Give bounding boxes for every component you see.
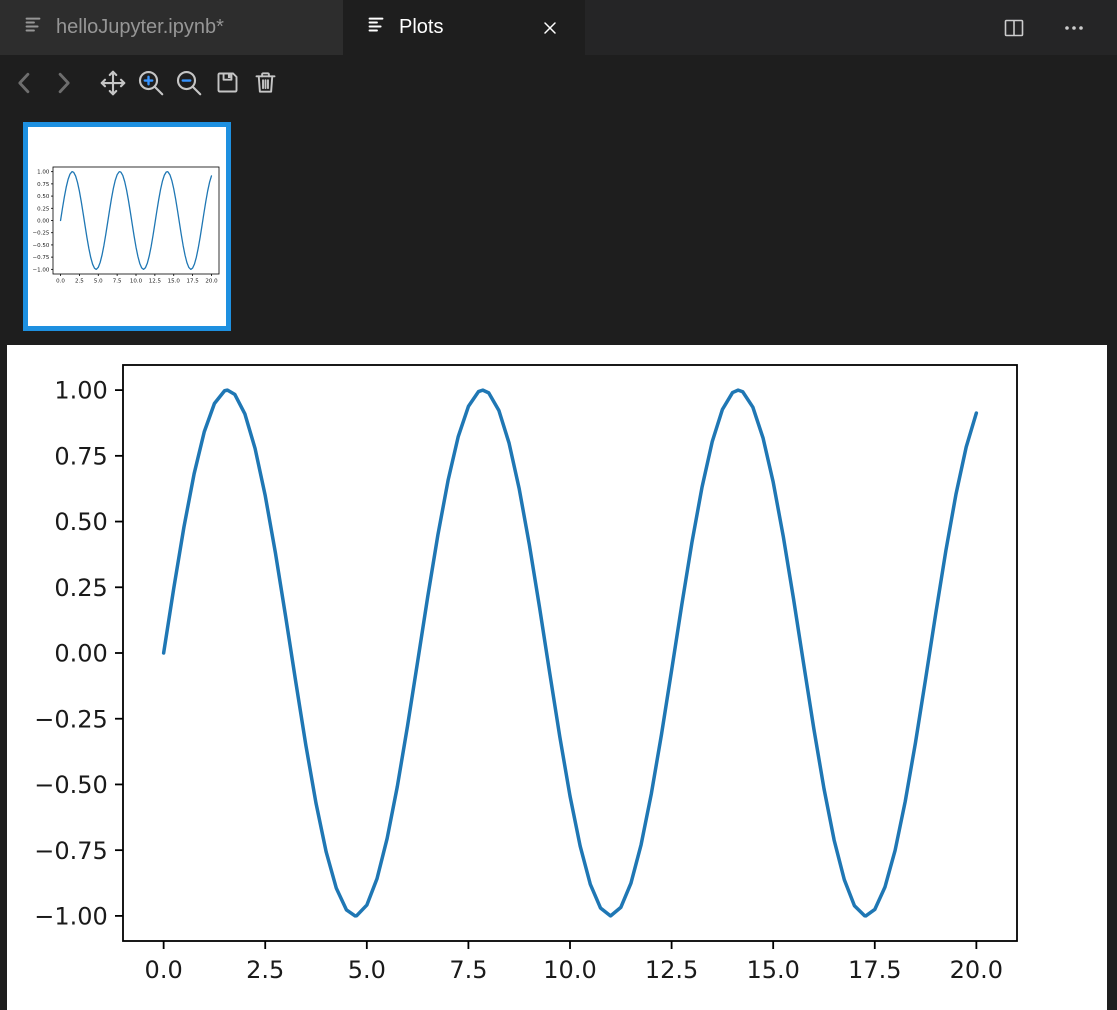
plot-toolbar [0, 55, 1117, 110]
y-tick-label: 0.25 [54, 574, 107, 602]
x-tick-label: 0.0 [56, 279, 65, 283]
x-tick-label: 20.0 [205, 279, 218, 283]
chevron-right-icon[interactable] [44, 64, 82, 102]
y-tick-label: −0.50 [32, 243, 49, 249]
y-tick-label: −0.25 [34, 705, 108, 733]
y-tick-label: 0.50 [37, 194, 50, 200]
x-tick-label: 10.0 [543, 956, 596, 984]
x-tick-label: 10.0 [130, 279, 143, 283]
y-tick-label: 0.00 [37, 218, 50, 224]
editor-actions [999, 0, 1117, 55]
y-tick-label: −1.00 [34, 903, 108, 931]
x-tick-label: 12.5 [149, 279, 162, 283]
y-tick-label: 0.00 [54, 640, 107, 668]
tab-notebook[interactable]: helloJupyter.ipynb* [0, 0, 343, 55]
x-tick-label: 7.5 [113, 279, 122, 283]
thumbnail-strip: 0.0 2.5 5.0 7.5 10.0 12.5 15.0 17.5 20.0 1.00 0.75… [0, 110, 1117, 345]
trash-icon[interactable] [246, 64, 284, 102]
y-tick-label: 0.25 [37, 206, 50, 212]
zoom-in-icon[interactable] [132, 64, 170, 102]
x-tick-label: 7.5 [449, 956, 487, 984]
thumbnail-figure: 0.0 2.5 5.0 7.5 10.0 12.5 15.0 17.5 20.0 1.00 0.75… [28, 163, 226, 285]
main-figure: 0.0 2.5 5.0 7.5 10.0 12.5 15.0 17.5 20.0 1.00 0.75… [7, 345, 1107, 1010]
x-tick-label: 2.5 [75, 279, 84, 283]
chevron-left-icon[interactable] [6, 64, 44, 102]
plot-viewer: 0.0 2.5 5.0 7.5 10.0 12.5 15.0 17.5 20.0 1.00 0.75… [0, 345, 1117, 1010]
x-tick-label: 15.0 [168, 279, 181, 283]
y-tick-label: 0.75 [54, 442, 107, 470]
x-tick-label: 2.5 [246, 956, 284, 984]
x-tick-label: 15.0 [746, 956, 799, 984]
x-tick-label: 0.0 [145, 956, 183, 984]
split-editor-icon[interactable] [999, 13, 1029, 43]
y-tick-label: 1.00 [54, 377, 107, 405]
y-tick-label: −0.75 [34, 837, 108, 865]
y-tick-label: −1.00 [32, 267, 49, 273]
x-tick-label: 17.5 [848, 956, 901, 984]
more-actions-icon[interactable] [1059, 13, 1089, 43]
main-figure-svg: 0.0 2.5 5.0 7.5 10.0 12.5 15.0 17.5 20.0 1.00 0.75… [34, 364, 1018, 984]
zoom-out-icon[interactable] [170, 64, 208, 102]
x-tick-label: 20.0 [950, 956, 1003, 984]
plot-thumbnail[interactable]: 0.0 2.5 5.0 7.5 10.0 12.5 15.0 17.5 20.0 1.00 0.75… [23, 122, 231, 331]
save-icon[interactable] [208, 64, 246, 102]
tab-plots[interactable]: Plots [343, 0, 585, 55]
tab-notebook-label: helloJupyter.ipynb* [56, 16, 224, 38]
pan-icon[interactable] [94, 64, 132, 102]
x-tick-label: 5.0 [94, 279, 103, 283]
y-tick-label: −0.50 [34, 771, 108, 799]
sine-curve [161, 388, 979, 918]
close-icon[interactable] [537, 15, 563, 41]
notebook-icon [365, 14, 387, 41]
x-tick-label: 12.5 [645, 956, 698, 984]
y-tick-label: −0.25 [32, 231, 49, 237]
x-tick-label: 17.5 [186, 279, 199, 283]
tab-plots-label: Plots [399, 16, 444, 38]
tab-bar: helloJupyter.ipynb* Plots [0, 0, 1117, 55]
y-tick-label: 0.75 [37, 182, 50, 188]
sine-curve [59, 171, 213, 270]
x-tick-label: 5.0 [348, 956, 386, 984]
y-tick-label: 1.00 [37, 170, 50, 176]
thumbnail-figure-svg: 0.0 2.5 5.0 7.5 10.0 12.5 15.0 17.5 20.0 1.00 0.75… [32, 166, 220, 285]
y-tick-label: 0.50 [54, 508, 107, 536]
notebook-icon [22, 14, 44, 41]
y-tick-label: −0.75 [32, 255, 49, 261]
